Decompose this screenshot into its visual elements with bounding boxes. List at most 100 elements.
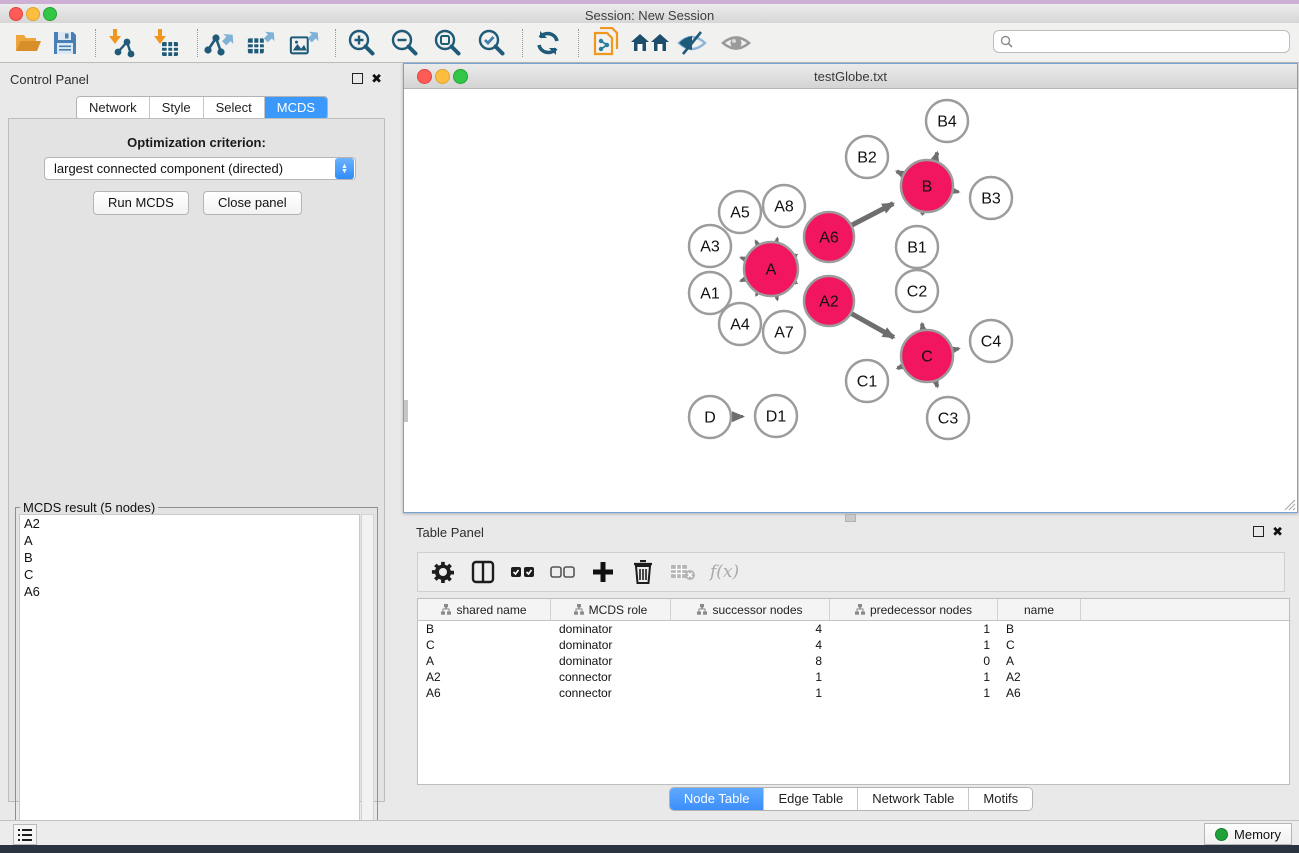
toolbar-separator xyxy=(522,29,523,57)
home-icon[interactable] xyxy=(630,28,670,58)
column-header-shared-name[interactable]: shared name xyxy=(418,599,551,620)
mcds-result-scrollbar[interactable] xyxy=(361,514,374,840)
open-icon[interactable] xyxy=(13,28,43,58)
select-all-icon[interactable] xyxy=(510,559,536,585)
clone-network-icon[interactable] xyxy=(592,28,622,58)
export-image-icon[interactable] xyxy=(289,28,319,58)
table-row[interactable]: Adominator80A xyxy=(418,653,1289,669)
network-window-titlebar: testGlobe.txt xyxy=(404,64,1297,89)
table-row[interactable]: Bdominator41B xyxy=(418,621,1289,637)
table-cell[interactable]: 8 xyxy=(671,654,830,668)
column-header-name[interactable]: name xyxy=(998,599,1081,620)
refresh-icon[interactable] xyxy=(533,28,563,58)
table-cell[interactable]: connector xyxy=(551,686,671,700)
edge-A2-C[interactable] xyxy=(849,312,894,337)
tab-node-table[interactable]: Node Table xyxy=(670,788,765,810)
table-cell[interactable]: 1 xyxy=(830,622,998,636)
save-icon[interactable] xyxy=(50,28,80,58)
table-cell[interactable]: A2 xyxy=(998,670,1081,684)
table-cell[interactable]: B xyxy=(998,622,1081,636)
table-cell[interactable]: connector xyxy=(551,670,671,684)
node-label-C3: C3 xyxy=(938,411,959,428)
float-panel-icon[interactable] xyxy=(352,73,363,84)
table-cell[interactable]: 1 xyxy=(830,686,998,700)
tab-mcds[interactable]: MCDS xyxy=(265,97,327,119)
table-cell[interactable]: 1 xyxy=(671,686,830,700)
add-icon[interactable] xyxy=(590,559,616,585)
task-history-button[interactable] xyxy=(13,824,37,845)
network-vscroll-thumb[interactable] xyxy=(404,400,408,422)
tab-motifs[interactable]: Motifs xyxy=(969,788,1032,810)
toolbar-separator xyxy=(578,29,579,57)
table-cell[interactable]: dominator xyxy=(551,622,671,636)
table-cell[interactable]: C xyxy=(998,638,1081,652)
mcds-result-item[interactable]: A xyxy=(20,532,359,549)
table-cell[interactable]: A2 xyxy=(418,670,551,684)
toolbar-separator xyxy=(197,29,198,57)
node-label-A5: A5 xyxy=(730,205,750,222)
table-row[interactable]: A6connector11A6 xyxy=(418,685,1289,701)
table-row[interactable]: A2connector11A2 xyxy=(418,669,1289,685)
table-cell[interactable]: C xyxy=(418,638,551,652)
tab-network-table[interactable]: Network Table xyxy=(858,788,969,810)
column-header-MCDS-role[interactable]: MCDS role xyxy=(551,599,671,620)
mcds-result-item[interactable]: A2 xyxy=(20,515,359,532)
network-graph[interactable]: B4B2BB3A5A8A6A3B1AA1C2A2A4A7CC4C1C3DD1 xyxy=(404,88,1297,512)
node-label-A2: A2 xyxy=(819,294,839,311)
trash-icon[interactable] xyxy=(630,559,656,585)
column-header-successor-nodes[interactable]: successor nodes xyxy=(671,599,830,620)
memory-status-icon xyxy=(1215,828,1228,841)
tab-network[interactable]: Network xyxy=(77,97,150,119)
tab-select[interactable]: Select xyxy=(204,97,265,119)
table-cell[interactable]: A xyxy=(418,654,551,668)
table-cell[interactable]: 1 xyxy=(671,670,830,684)
eye-icon[interactable] xyxy=(721,28,751,58)
tab-style[interactable]: Style xyxy=(150,97,204,119)
table-row[interactable]: Cdominator41C xyxy=(418,637,1289,653)
control-panel-tabs: Network Style Select MCDS xyxy=(76,96,328,120)
columns-icon[interactable] xyxy=(470,559,496,585)
node-label-A1: A1 xyxy=(700,286,720,303)
mcds-result-box: MCDS result (5 nodes) A2ABCA6 xyxy=(15,507,378,846)
import-network-icon[interactable] xyxy=(105,28,135,58)
gear-icon[interactable] xyxy=(430,559,456,585)
zoom-fit-icon[interactable] xyxy=(432,28,462,58)
search-field[interactable] xyxy=(993,30,1290,53)
table-cell[interactable]: A xyxy=(998,654,1081,668)
table-cell[interactable]: B xyxy=(418,622,551,636)
memory-button[interactable]: Memory xyxy=(1204,823,1292,845)
zoom-in-icon[interactable] xyxy=(346,28,376,58)
table-cell[interactable]: 0 xyxy=(830,654,998,668)
table-cell[interactable]: 4 xyxy=(671,622,830,636)
table-cell[interactable]: dominator xyxy=(551,638,671,652)
import-table-icon[interactable] xyxy=(150,28,180,58)
search-input[interactable] xyxy=(1017,34,1289,50)
close-panel-icon[interactable]: ✖ xyxy=(371,74,382,83)
table-cell[interactable]: A6 xyxy=(418,686,551,700)
edge-A6-B[interactable] xyxy=(849,204,893,227)
run-mcds-button[interactable]: Run MCDS xyxy=(93,191,189,215)
node-label-C4: C4 xyxy=(981,334,1002,351)
zoom-out-icon[interactable] xyxy=(389,28,419,58)
table-cell[interactable]: 1 xyxy=(830,670,998,684)
resize-grip-icon[interactable] xyxy=(1282,497,1296,511)
zoom-selected-icon[interactable] xyxy=(476,28,506,58)
tab-edge-table[interactable]: Edge Table xyxy=(764,788,858,810)
hide-graphics-icon[interactable] xyxy=(677,28,707,58)
table-cell[interactable]: dominator xyxy=(551,654,671,668)
mcds-result-item[interactable]: C xyxy=(20,566,359,583)
column-header-predecessor-nodes[interactable]: predecessor nodes xyxy=(830,599,998,620)
table-cell[interactable]: 1 xyxy=(830,638,998,652)
close-panel-icon[interactable]: ✖ xyxy=(1272,527,1283,536)
mcds-result-item[interactable]: A6 xyxy=(20,583,359,600)
export-table-icon[interactable] xyxy=(246,28,276,58)
deselect-all-icon[interactable] xyxy=(550,559,576,585)
criterion-dropdown[interactable]: largest connected component (directed) ▲… xyxy=(44,157,356,180)
float-panel-icon[interactable] xyxy=(1253,526,1264,537)
table-cell[interactable]: A6 xyxy=(998,686,1081,700)
close-panel-button[interactable]: Close panel xyxy=(203,191,302,215)
mcds-result-list[interactable]: A2ABCA6 xyxy=(19,514,360,842)
table-cell[interactable]: 4 xyxy=(671,638,830,652)
export-network-icon[interactable] xyxy=(204,28,234,58)
mcds-result-item[interactable]: B xyxy=(20,549,359,566)
